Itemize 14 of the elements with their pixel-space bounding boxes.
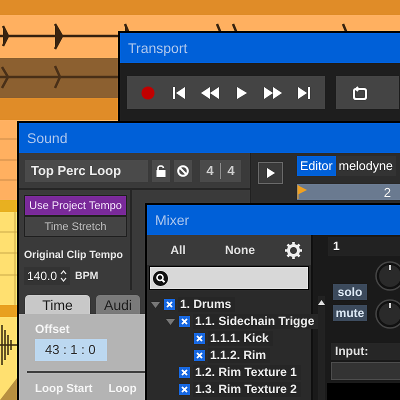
window-title: Sound bbox=[27, 130, 68, 146]
channel-number: 1 bbox=[328, 237, 400, 256]
tempo-value: 140.0 bbox=[27, 269, 58, 283]
field-label: Offset bbox=[35, 322, 71, 336]
ruler-label: 2 bbox=[384, 184, 391, 200]
field-label: Loop Start bbox=[35, 383, 92, 395]
window-title: Transport bbox=[128, 40, 188, 56]
input-label: Input: bbox=[331, 343, 400, 360]
unit-label: BPM bbox=[75, 270, 98, 282]
window-title: Mixer bbox=[155, 212, 190, 228]
time-signature-value: 4 bbox=[206, 163, 214, 178]
time-signature-value: 4 bbox=[227, 163, 235, 178]
field-label: Loop bbox=[108, 383, 137, 395]
field-label: Original Clip Tempo bbox=[24, 249, 124, 261]
